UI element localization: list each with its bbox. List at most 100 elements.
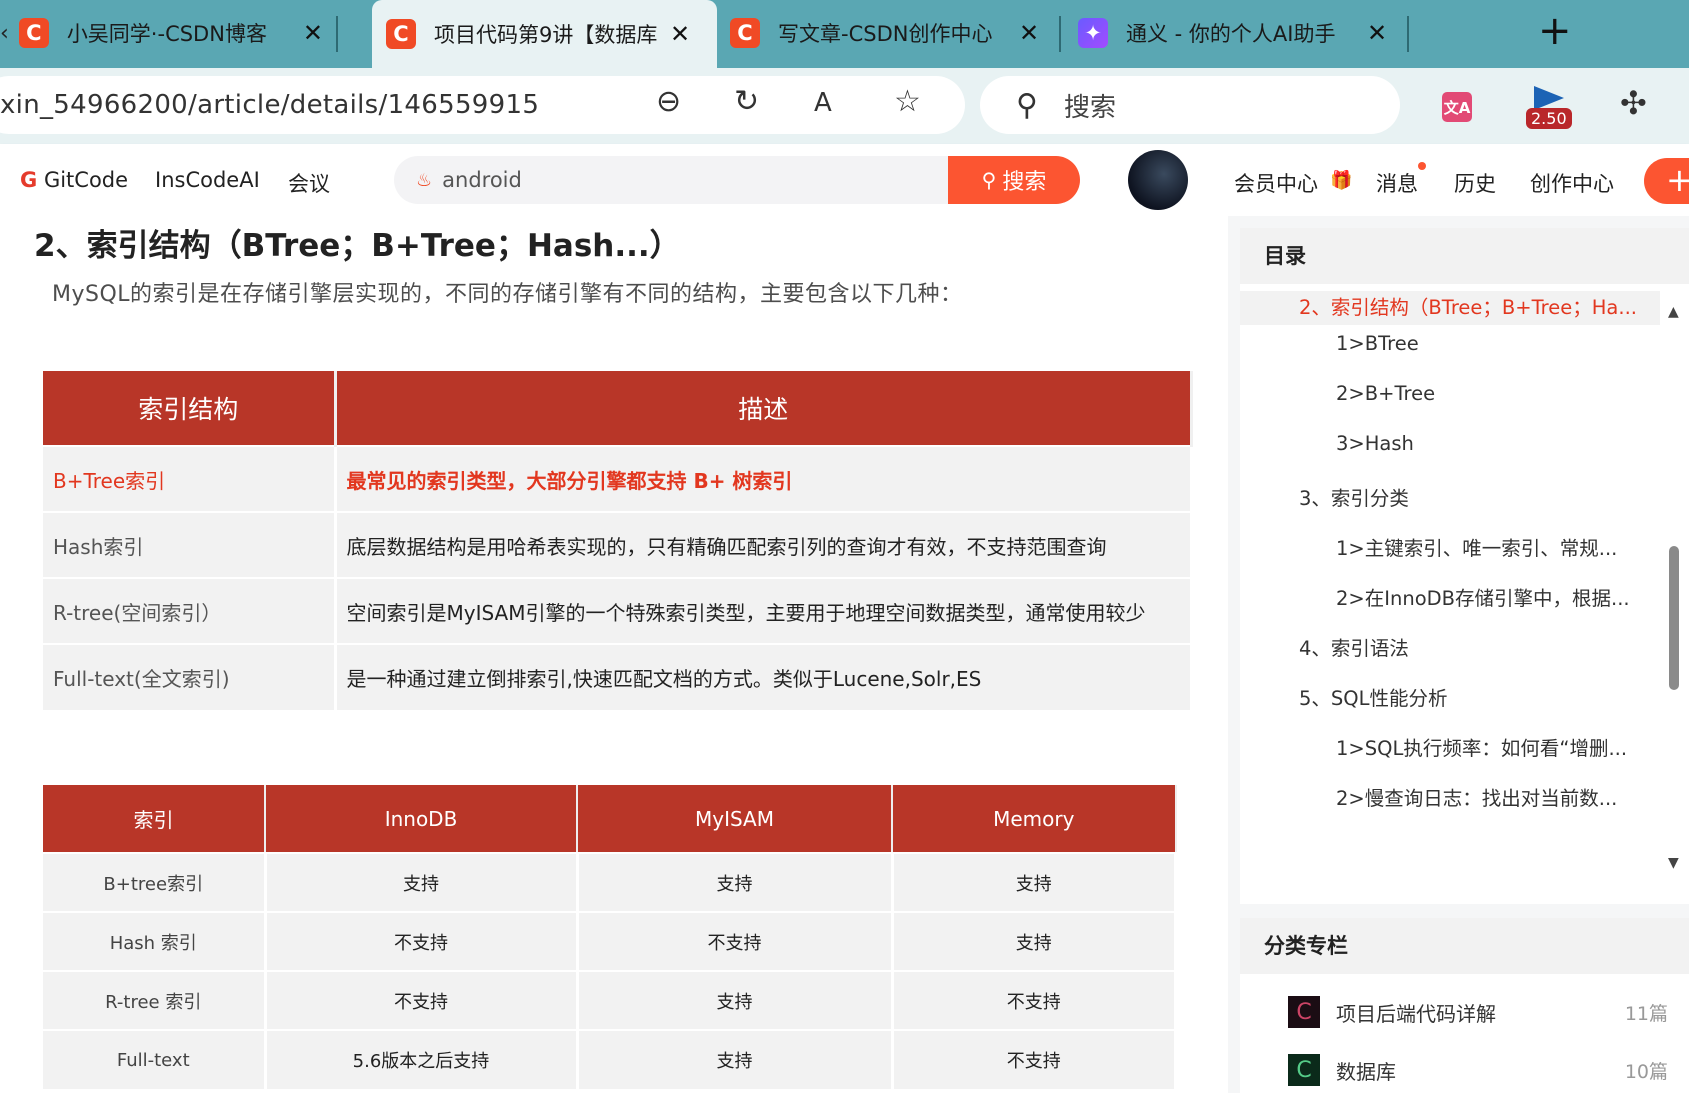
category-c-icon: C [1288,1054,1320,1086]
table-cell: 支持 [577,1029,894,1089]
nav-gitcode[interactable]: G GitCode [20,168,128,192]
category-count: 11篇 [1624,1002,1668,1025]
intro-paragraph: MySQL的索引是在存储引擎层实现的，不同的存储引擎有不同的结构，主要包含以下几… [52,282,963,307]
site-search-input[interactable]: ♨ android [394,156,949,204]
tab-title: 项目代码第9讲【数据库 [434,23,658,47]
toc-item[interactable]: 1>主键索引、唯一索引、常规... [1336,532,1617,561]
toc-item[interactable]: 2>在InnoDB存储引擎中，根据... [1336,582,1630,611]
table-row: Full-text(全文索引) 是一种通过建立倒排索引,快速匹配文档的方式。类似… [43,643,1193,710]
address-toolbar: xin_54966200/article/details/146559915 ⚲… [0,68,1689,144]
table-cell: 不支持 [892,970,1177,1030]
toc-item[interactable]: 1>SQL执行频率：如何看“增删... [1336,732,1627,761]
nav-history[interactable]: 历史 [1454,168,1496,198]
table-cell: 底层数据结构是用哈希表实现的，只有精确匹配索引列的查询才有效，不支持范围查询 [335,511,1193,578]
close-icon[interactable]: ✕ [1019,19,1039,47]
tab-title: 小吴同学·-CSDN博客 [66,22,267,46]
tab-separator [335,16,338,52]
section-heading: 2、索引结构（BTree；B+Tree；Hash...） [34,228,681,264]
read-aloud-icon[interactable]: A [814,88,832,118]
extensions-puzzle-icon[interactable]: ✣ [1620,84,1647,122]
table-header: 索引结构 [43,371,337,446]
table-header: 描述 [335,371,1193,446]
table-header: 索引 [43,785,266,853]
site-search-value: android [442,168,522,192]
toc-item[interactable]: 3>Hash [1336,432,1414,455]
avatar[interactable] [1128,150,1188,210]
create-button[interactable]: + [1644,158,1689,204]
nav-creator-center[interactable]: 创作中心 [1530,168,1614,198]
nav-messages[interactable]: 消息 [1376,168,1418,198]
site-search-button[interactable]: ⚲ 搜索 [948,156,1080,204]
tab-1[interactable]: ‹ C 小吴同学·-CSDN博客 ✕ [0,0,338,66]
toc-item[interactable]: 3、索引分类 [1299,482,1409,511]
toc-scrollbar-thumb[interactable] [1669,546,1679,690]
table-cell: Hash 索引 [43,911,267,971]
table-cell: 是一种通过建立倒排索引,快速匹配文档的方式。类似于Lucene,Solr,ES [335,643,1193,710]
tab-title: 写文章-CSDN创作中心 [778,22,993,46]
table-header: InnoDB [265,785,578,853]
tab-4[interactable]: ✦ 通义 - 你的个人AI助手 ✕ [1064,0,1409,66]
tab-separator [1407,16,1409,52]
favorite-star-icon[interactable]: ☆ [894,84,921,119]
url-text[interactable]: xin_54966200/article/details/146559915 [0,90,539,120]
edge-refresh-icon[interactable]: ↻ [734,84,759,119]
nav-inscodeai[interactable]: InsCodeAI [155,168,260,192]
site-search-button-label: 搜索 [1002,170,1047,195]
close-icon[interactable]: ✕ [1367,19,1387,47]
toc-item[interactable]: 4、索引语法 [1299,632,1409,661]
nav-vip-center[interactable]: 会员中心 [1234,168,1318,198]
table-cell: 不支持 [265,911,579,971]
table-cell: 不支持 [892,1029,1177,1089]
nav-meeting[interactable]: 会议 [288,168,330,198]
index-structure-table: 索引结构 描述 B+Tree索引 最常见的索引类型，大部分引擎都支持 B+ 树索… [43,371,1193,710]
tongyi-favicon-icon: ✦ [1078,18,1108,48]
table-cell: 5.6版本之后支持 [265,1029,579,1089]
toc-item[interactable]: 2>慢查询日志：找出对当前数... [1336,782,1617,811]
category-count: 10篇 [1624,1060,1668,1083]
toc-item[interactable]: 1>BTree [1336,332,1419,355]
table-row: B+tree索引 支持 支持 支持 [43,852,1177,912]
category-column: 分类专栏 C 项目后端代码详解 11篇 C 数据库 10篇 [1240,918,1689,1093]
gift-icon: 🎁 [1330,170,1353,191]
search-placeholder: 搜索 [1063,92,1116,123]
csdn-favicon-icon: C [18,18,49,48]
toc-item[interactable]: 2>B+Tree [1336,382,1435,405]
scroll-down-arrow-icon[interactable]: ▼ [1668,855,1679,871]
site-header: G GitCode InsCodeAI 会议 ♨ android ⚲ 搜索 会员… [0,144,1689,216]
toc-item-active[interactable]: 2、索引结构（BTree；B+Tree；Ha... [1240,291,1660,325]
search-icon: ⚲ [981,168,997,192]
close-icon[interactable]: ✕ [303,19,323,47]
table-cell: 支持 [577,970,894,1030]
scroll-up-arrow-icon[interactable]: ▲ [1668,304,1679,320]
table-cell: 支持 [577,852,894,912]
tab-2-active[interactable]: C 项目代码第9讲【数据库 ✕ [372,0,717,68]
close-icon[interactable]: ✕ [670,20,690,48]
translate-extension-icon[interactable]: 文A [1442,92,1472,122]
category-item[interactable]: C 数据库 10篇 [1288,1054,1668,1086]
category-item[interactable]: C 项目后端代码详解 11篇 [1288,996,1668,1028]
table-cell: 支持 [892,911,1177,971]
browser-search-box[interactable]: ⚲ 搜索 [980,76,1400,134]
csdn-favicon-icon: C [730,18,760,48]
toc-title: 目录 [1240,228,1689,284]
table-cell: Full-text(全文索引) [43,643,337,710]
nav-gitcode-label: GitCode [43,168,129,192]
article-body: 2、索引结构（BTree；B+Tree；Hash...） MySQL的索引是在存… [0,216,1228,1093]
hot-fire-icon: ♨ [416,169,433,191]
category-name: 数据库 [1336,1059,1396,1084]
category-c-icon: C [1288,996,1320,1028]
notification-dot [1418,162,1426,170]
table-of-contents: 目录 2、索引结构（BTree；B+Tree；Ha... 1>BTree 2>B… [1240,228,1689,904]
table-cell: 不支持 [265,970,579,1030]
table-row: Hash索引 底层数据结构是用哈希表实现的，只有精确匹配索引列的查询才有效，不支… [43,511,1193,578]
gitcode-logo-icon: G [20,168,38,192]
toc-item[interactable]: 5、SQL性能分析 [1299,682,1448,711]
table-cell: 空间索引是MyISAM引擎的一个特殊索引类型，主要用于地理空间数据类型，通常使用… [335,577,1193,644]
table-cell: B+tree索引 [43,852,267,912]
table-header: Memory [892,785,1177,853]
new-tab-button[interactable]: + [1538,8,1572,54]
table-cell: B+Tree索引 [43,445,337,512]
tab-3[interactable]: C 写文章-CSDN创作中心 ✕ [716,0,1061,66]
extension-flag-icon[interactable] [1534,86,1564,110]
zoom-out-icon[interactable]: ⊖ [656,84,681,119]
